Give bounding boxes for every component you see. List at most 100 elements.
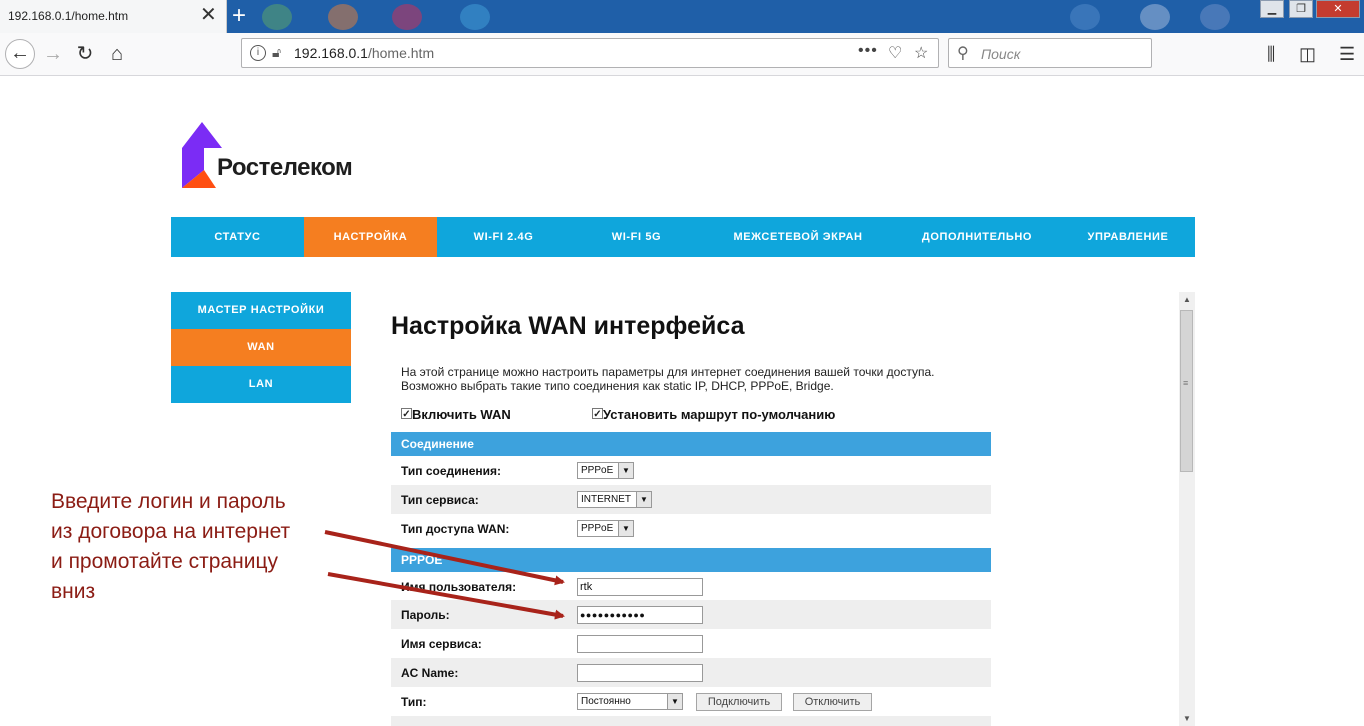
search-bar[interactable]: ⚲ Поиск [948,38,1152,68]
chevron-down-icon[interactable]: ▼ [667,694,682,709]
username-input[interactable]: rtk [577,578,703,596]
disconnect-button[interactable]: Отключить [793,693,872,711]
home-icon[interactable]: ⌂ [102,39,132,69]
logo-text: Ростелеком [217,154,353,181]
minimize-window-button[interactable]: ▁ [1260,0,1284,18]
sidebar-icon[interactable]: ◫ [1299,44,1316,65]
connection-type-row: Тип соединения: PPPoE ▼ [391,456,991,485]
tab-title: 192.168.0.1/home.htm [8,9,129,23]
tab-strip: 192.168.0.1/home.htm ✕ + ▁ ❐ ✕ [0,0,1364,33]
wan-access-type-row: Тип доступа WAN: PPPoE ▼ [391,514,991,543]
background-favicon-icon [1140,4,1170,30]
wan-access-type-select[interactable]: PPPoE ▼ [577,520,634,537]
annotation-line: из договора на интернет [51,520,291,543]
nav-tab-advanced[interactable]: ДОПОЛНИТЕЛЬНО [893,217,1061,257]
wan-access-type-label: Тип доступа WAN: [401,522,510,536]
back-arrow-icon[interactable]: ← [5,39,35,69]
connect-button[interactable]: Подключить [696,693,782,711]
url-text[interactable]: 192.168.0.1/home.htm [294,45,434,61]
page-actions-icon[interactable]: ••• [858,42,878,60]
checkbox-checked-icon[interactable]: ✓ [401,408,412,420]
service-type-label: Тип сервиса: [401,493,479,507]
url-bar[interactable]: i 🔓︎ 192.168.0.1/home.htm ••• ♡ ☆ [241,38,939,68]
library-icon[interactable]: ⫼ [1267,44,1275,65]
type-select[interactable]: Постоянно ▼ [577,693,683,710]
annotation-line: Введите логин и пароль [51,490,286,513]
background-favicon-icon [392,4,422,30]
navigation-toolbar: ← → ↻ ⌂ i 🔓︎ 192.168.0.1/home.htm ••• ♡ … [0,33,1364,76]
enable-wan-label: Включить WAN [412,407,511,422]
active-tab[interactable]: 192.168.0.1/home.htm ✕ [0,0,227,33]
background-favicon-icon [1070,4,1100,30]
nav-tab-management[interactable]: УПРАВЛЕНИЕ [1061,217,1195,257]
instruction-annotation: Введите логин и пароль из договора на ин… [51,487,341,607]
chevron-down-icon[interactable]: ▼ [618,521,633,536]
description-line: Возможно выбрать такие типо соединения к… [401,379,834,393]
section-header-pppoe: PPPOE [391,548,991,572]
connection-type-select[interactable]: PPPoE ▼ [577,462,634,479]
annotation-line: вниз [51,580,96,603]
chevron-down-icon[interactable]: ▼ [636,492,651,507]
nav-tab-firewall[interactable]: МЕЖСЕТЕВОЙ ЭКРАН [703,217,893,257]
background-favicon-icon [262,4,292,30]
scroll-down-icon[interactable]: ▼ [1179,714,1195,723]
section-header-connection: Соединение [391,432,991,456]
close-window-button[interactable]: ✕ [1316,0,1360,18]
service-name-row: Имя сервиса: [391,629,991,658]
default-route-label: Установить маршрут по-умолчанию [603,407,836,422]
background-favicon-icon [1200,4,1230,30]
nav-tab-wifi-5g[interactable]: WI-FI 5G [570,217,703,257]
type-label: Тип: [401,695,427,709]
service-type-value: INTERNET [581,494,631,505]
forward-arrow-icon[interactable]: → [38,39,68,69]
type-value: Постоянно [581,696,631,707]
maximize-window-button[interactable]: ❐ [1289,0,1313,18]
scroll-up-icon[interactable]: ▲ [1179,295,1195,304]
annotation-line: и промотайте страницу [51,550,278,573]
connection-type-value: PPPoE [581,465,614,476]
background-favicon-icon [460,4,490,30]
search-placeholder: Поиск [981,46,1021,62]
default-route-checkbox[interactable]: ✓Установить маршрут по-умолчанию [592,407,835,422]
password-input[interactable]: ●●●●●●●●●●● [577,606,703,624]
frame-scrollbar[interactable]: ▲ ≡ ▼ [1179,292,1195,726]
page-title: Настройка WAN интерфейса [391,312,745,340]
new-tab-icon[interactable]: + [232,2,246,30]
info-icon[interactable]: i [250,45,266,61]
scrollbar-thumb[interactable] [1180,310,1193,472]
service-type-row: Тип сервиса: INTERNET ▼ [391,485,991,514]
scrollbar-grip-icon: ≡ [1183,378,1189,388]
nav-tab-settings[interactable]: НАСТРОЙКА [304,217,437,257]
service-type-select[interactable]: INTERNET ▼ [577,491,652,508]
side-item-setup-wizard[interactable]: МАСТЕР НАСТРОЙКИ [171,292,351,329]
main-navigation: СТАТУС НАСТРОЙКА WI-FI 2.4G WI-FI 5G МЕЖ… [171,217,1195,257]
close-tab-icon[interactable]: ✕ [200,4,217,26]
nav-tab-wifi-24g[interactable]: WI-FI 2.4G [437,217,570,257]
next-row-partial [391,716,991,726]
side-item-lan[interactable]: LAN [171,366,351,403]
search-icon: ⚲ [957,45,969,62]
password-label: Пароль: [401,608,450,622]
page-description: На этой странице можно настроить парамет… [401,365,934,393]
description-line: На этой странице можно настроить парамет… [401,365,935,379]
menu-icon[interactable]: ☰ [1339,44,1355,65]
ac-name-input[interactable] [577,664,703,682]
background-favicon-icon [328,4,358,30]
service-name-label: Имя сервиса: [401,637,482,651]
enable-wan-checkbox[interactable]: ✓Включить WAN [401,407,511,422]
username-row: Имя пользователя: rtk [391,572,991,601]
reload-icon[interactable]: ↻ [70,39,100,69]
nav-tab-status[interactable]: СТАТУС [171,217,304,257]
checkbox-checked-icon[interactable]: ✓ [592,408,603,420]
side-item-wan[interactable]: WAN [171,329,351,366]
password-row: Пароль: ●●●●●●●●●●● [391,600,991,629]
insecure-lock-icon[interactable]: 🔓︎ [272,44,281,61]
side-menu: МАСТЕР НАСТРОЙКИ WAN LAN [171,292,351,403]
connection-type-label: Тип соединения: [401,464,502,478]
ac-name-row: AC Name: [391,658,991,687]
chevron-down-icon[interactable]: ▼ [618,463,633,478]
bookmark-star-icon[interactable]: ☆ [914,43,928,63]
service-name-input[interactable] [577,635,703,653]
ac-name-label: AC Name: [401,666,459,680]
pocket-icon[interactable]: ♡ [888,43,902,63]
